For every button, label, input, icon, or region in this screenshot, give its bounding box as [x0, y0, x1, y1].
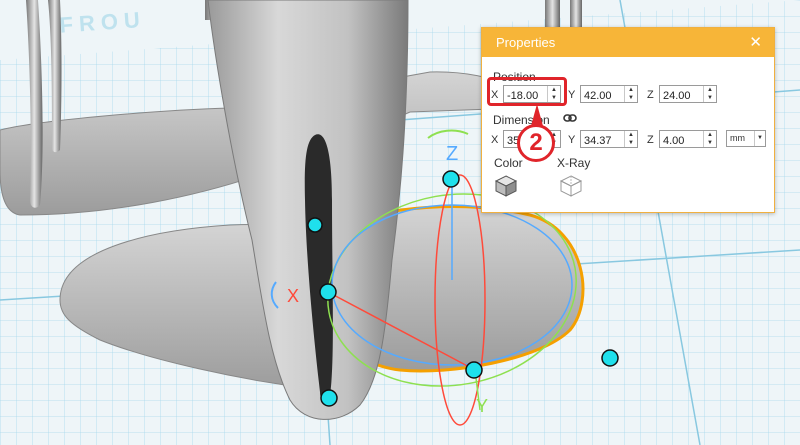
position-z-field[interactable]: ▲▼ [659, 85, 717, 104]
handle-left[interactable] [319, 283, 337, 301]
handle-bottom[interactable] [465, 361, 483, 379]
handle-right[interactable] [601, 349, 619, 367]
top-strut-4 [570, 0, 582, 30]
dimension-z-field[interactable]: ▲▼ [659, 130, 717, 149]
axis-label-z: Z [446, 143, 458, 165]
dimension-x-label: X [491, 134, 499, 146]
xray-cube-icon[interactable] [559, 174, 583, 198]
color-label: Color [494, 156, 523, 170]
position-z-stepper[interactable]: ▲ ▼ [703, 86, 716, 102]
position-z-label: Z [647, 89, 654, 101]
position-y-field[interactable]: ▲▼ [580, 85, 638, 104]
position-y-stepper[interactable]: ▲ ▼ [624, 86, 637, 102]
axis-label-y: Y [476, 396, 488, 416]
properties-header: Properties ✕ [482, 28, 774, 57]
axis-label-x: X [287, 286, 299, 306]
callout-pointer [531, 104, 543, 126]
close-icon[interactable]: ✕ [749, 28, 762, 57]
dimension-z-label: Z [647, 134, 654, 146]
top-strut-3 [545, 0, 560, 30]
link-icon[interactable] [563, 113, 577, 123]
handle-top[interactable] [442, 170, 460, 188]
dimension-y-field[interactable]: ▲▼ [580, 130, 638, 149]
unit-select-value: mm [730, 133, 745, 143]
handle-bottom-left[interactable] [320, 389, 338, 407]
chevron-down-icon: ▼ [754, 131, 765, 146]
dimension-y-label: Y [568, 134, 576, 146]
xray-label: X-Ray [557, 156, 591, 170]
callout-number-badge: 2 [517, 124, 555, 162]
handle-upper-left[interactable] [307, 217, 323, 233]
position-y-label: Y [568, 89, 576, 101]
dimension-z-stepper[interactable]: ▲ ▼ [703, 131, 716, 147]
callout-highlight-box [487, 77, 567, 106]
dimension-y-stepper[interactable]: ▲ ▼ [624, 131, 637, 147]
unit-select[interactable]: mm ▼ [726, 130, 766, 147]
panel-title: Properties [496, 35, 556, 50]
color-cube-icon[interactable] [494, 174, 518, 198]
